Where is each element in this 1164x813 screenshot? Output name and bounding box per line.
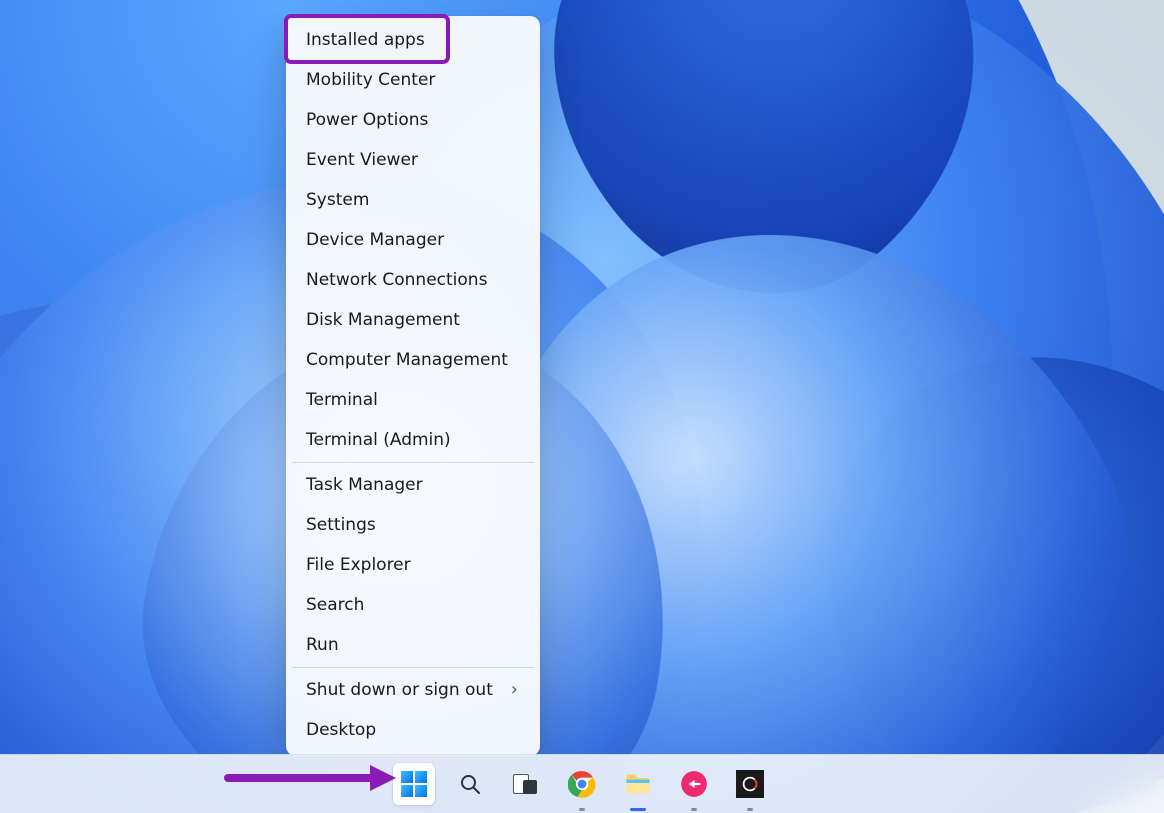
start-button[interactable] (393, 763, 435, 805)
running-indicator (630, 808, 646, 811)
menu-item-desktop[interactable]: Desktop (286, 710, 540, 750)
file-explorer-app[interactable] (617, 763, 659, 805)
app-icon-dark (736, 770, 764, 798)
menu-item-mobility-center[interactable]: Mobility Center (286, 60, 540, 100)
menu-item-computer-management[interactable]: Computer Management (286, 340, 540, 380)
folder-icon (624, 773, 652, 795)
menu-item-disk-management[interactable]: Disk Management (286, 300, 540, 340)
menu-item-terminal[interactable]: Terminal (286, 380, 540, 420)
menu-item-terminal-admin[interactable]: Terminal (Admin) (286, 420, 540, 460)
desktop-wallpaper (0, 0, 1164, 813)
menu-item-task-manager[interactable]: Task Manager (286, 465, 540, 505)
chrome-icon (568, 770, 596, 798)
menu-item-run[interactable]: Run (286, 625, 540, 665)
chrome-app[interactable] (561, 763, 603, 805)
taskbar (0, 754, 1164, 813)
menu-item-settings[interactable]: Settings (286, 505, 540, 545)
search-button[interactable] (449, 763, 491, 805)
running-indicator (747, 808, 753, 811)
menu-item-search[interactable]: Search (286, 585, 540, 625)
task-view-icon (513, 774, 539, 794)
menu-item-device-manager[interactable]: Device Manager (286, 220, 540, 260)
pinned-app-dark[interactable] (729, 763, 771, 805)
running-indicator (579, 808, 585, 811)
menu-item-network-connections[interactable]: Network Connections (286, 260, 540, 300)
menu-item-installed-apps[interactable]: Installed apps (286, 20, 540, 60)
menu-item-shut-down-or-sign-out[interactable]: Shut down or sign out (286, 670, 540, 710)
menu-item-event-viewer[interactable]: Event Viewer (286, 140, 540, 180)
winx-context-menu: Installed apps Mobility Center Power Opt… (286, 16, 540, 756)
app-icon-pink (680, 770, 708, 798)
task-view-button[interactable] (505, 763, 547, 805)
menu-separator (292, 462, 534, 463)
menu-item-system[interactable]: System (286, 180, 540, 220)
pinned-app-pink[interactable] (673, 763, 715, 805)
windows-logo-icon (401, 771, 427, 797)
menu-separator (292, 667, 534, 668)
menu-item-file-explorer[interactable]: File Explorer (286, 545, 540, 585)
search-icon (458, 772, 482, 796)
running-indicator (691, 808, 697, 811)
menu-item-power-options[interactable]: Power Options (286, 100, 540, 140)
